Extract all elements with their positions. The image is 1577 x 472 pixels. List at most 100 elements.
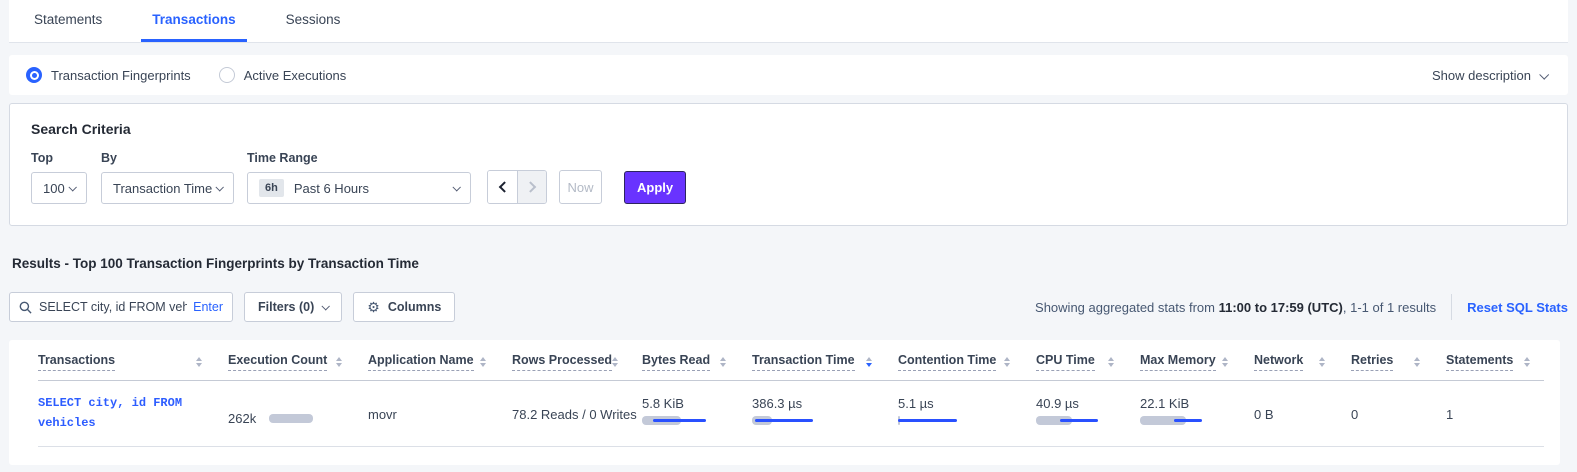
chevron-down-icon <box>68 183 76 191</box>
search-box: Enter <box>9 292 233 322</box>
column-header-application-name[interactable]: Application Name <box>368 353 512 371</box>
by-select[interactable]: Transaction Time <box>101 172 234 204</box>
column-header-label[interactable]: Statements <box>1446 353 1513 371</box>
by-field: By Transaction Time <box>101 151 247 204</box>
time-range-value: Past 6 Hours <box>294 181 369 196</box>
cell-transaction-time: 386.3 µs <box>752 393 898 433</box>
by-label: By <box>101 151 247 165</box>
column-header-label[interactable]: Execution Count <box>228 353 327 371</box>
cpu-time-value: 40.9 µs <box>1036 396 1140 411</box>
column-header-statements[interactable]: Statements <box>1446 353 1556 371</box>
column-header-cpu-time[interactable]: CPU Time <box>1036 353 1140 371</box>
column-header-transactions[interactable]: Transactions <box>38 353 228 371</box>
sort-icon[interactable] <box>866 357 872 368</box>
tab-statements[interactable]: Statements <box>23 0 113 42</box>
sort-icon[interactable] <box>720 357 726 368</box>
top-select-value: 100 <box>43 181 65 196</box>
column-header-retries[interactable]: Retries <box>1351 353 1446 371</box>
bytes-read-value: 5.8 KiB <box>642 396 752 411</box>
transaction-fingerprint-link[interactable]: SELECT city, id FROM vehicles <box>38 393 213 433</box>
column-header-execution-count[interactable]: Execution Count <box>228 353 368 371</box>
column-header-contention-time[interactable]: Contention Time <box>898 353 1036 371</box>
column-header-transaction-time[interactable]: Transaction Time <box>752 353 898 371</box>
show-description-toggle[interactable]: Show description <box>1432 68 1547 83</box>
time-range-field: Time Range 6h Past 6 Hours <box>247 151 487 204</box>
mean-line <box>898 419 957 422</box>
sort-icon[interactable] <box>612 357 618 368</box>
table-row: SELECT city, id FROM vehicles262kmovr78.… <box>38 381 1544 447</box>
radio-label: Active Executions <box>244 68 347 83</box>
cell-contention-time: 5.1 µs <box>898 393 1036 433</box>
column-header-label[interactable]: Contention Time <box>898 353 996 371</box>
sort-icon[interactable] <box>1319 357 1325 368</box>
results-toolbar: Enter Filters (0) ⚙ Columns Showing aggr… <box>9 292 1568 322</box>
column-header-label[interactable]: Max Memory <box>1140 353 1216 371</box>
filters-button[interactable]: Filters (0) <box>244 292 342 322</box>
cell-bytes-read: 5.8 KiB <box>642 393 752 433</box>
cell-cpu-time: 40.9 µs <box>1036 393 1140 433</box>
max-memory-value: 22.1 KiB <box>1140 396 1254 411</box>
cell-network: 0 B <box>1254 393 1351 433</box>
contention-time-barchart <box>898 416 1036 425</box>
mean-line <box>1174 419 1202 422</box>
time-range-select[interactable]: 6h Past 6 Hours <box>247 172 471 204</box>
radio-label: Transaction Fingerprints <box>51 68 191 83</box>
column-header-rows-processed[interactable]: Rows Processed <box>512 353 642 371</box>
tab-transactions[interactable]: Transactions <box>141 0 246 42</box>
top-tab-bar: Statements Transactions Sessions <box>9 0 1568 43</box>
radio-selected-icon[interactable] <box>26 67 42 83</box>
sort-icon[interactable] <box>336 357 342 368</box>
tab-sessions[interactable]: Sessions <box>275 0 352 42</box>
radio-unselected-icon[interactable] <box>219 67 235 83</box>
column-header-label[interactable]: Retries <box>1351 353 1393 371</box>
sort-icon[interactable] <box>1524 357 1530 368</box>
search-input[interactable] <box>39 300 187 314</box>
enter-hint: Enter <box>193 300 223 314</box>
search-icon <box>19 301 32 314</box>
vertical-divider <box>1451 294 1452 320</box>
column-header-label[interactable]: Transaction Time <box>752 353 855 371</box>
sort-icon[interactable] <box>1414 357 1420 368</box>
columns-button[interactable]: ⚙ Columns <box>353 292 455 322</box>
cell-application-name: movr <box>368 393 512 433</box>
column-header-label[interactable]: Network <box>1254 353 1303 371</box>
chevron-left-icon <box>498 181 509 192</box>
apply-button[interactable]: Apply <box>624 171 686 204</box>
execution-count-bar <box>269 414 313 423</box>
mean-line <box>1060 419 1098 422</box>
now-button[interactable]: Now <box>559 170 602 204</box>
column-header-label[interactable]: Application Name <box>368 353 474 371</box>
mean-line <box>755 419 813 422</box>
gear-icon: ⚙ <box>367 300 380 314</box>
transaction-time-value: 386.3 µs <box>752 396 898 411</box>
sort-icon[interactable] <box>1004 357 1010 368</box>
chevron-down-icon <box>322 302 330 310</box>
results-heading: Results - Top 100 Transaction Fingerprin… <box>12 256 1568 271</box>
max-memory-barchart <box>1140 416 1254 425</box>
sort-icon[interactable] <box>196 357 202 368</box>
column-header-label[interactable]: Bytes Read <box>642 353 710 371</box>
column-header-bytes-read[interactable]: Bytes Read <box>642 353 752 371</box>
column-header-label[interactable]: Rows Processed <box>512 353 612 371</box>
sort-icon[interactable] <box>1108 357 1114 368</box>
reset-sql-stats-link[interactable]: Reset SQL Stats <box>1467 300 1568 315</box>
column-header-max-memory[interactable]: Max Memory <box>1140 353 1254 371</box>
column-header-network[interactable]: Network <box>1254 353 1351 371</box>
sort-icon[interactable] <box>1222 357 1228 368</box>
execution-count-value: 262k <box>228 411 256 426</box>
transaction-time-barchart <box>752 416 898 425</box>
sort-icon[interactable] <box>480 357 486 368</box>
toolbar-right: Showing aggregated stats from 11:00 to 1… <box>1035 294 1568 320</box>
column-header-label[interactable]: Transactions <box>38 353 115 371</box>
radio-active-executions[interactable]: Active Executions <box>219 67 347 83</box>
cell-statements: 1 <box>1446 393 1556 433</box>
contention-time-value: 5.1 µs <box>898 396 1036 411</box>
radio-transaction-fingerprints[interactable]: Transaction Fingerprints <box>26 67 191 83</box>
top-select[interactable]: 100 <box>31 172 87 204</box>
time-range-badge: 6h <box>259 179 284 197</box>
column-header-label[interactable]: CPU Time <box>1036 353 1095 371</box>
next-time-range-button[interactable] <box>517 171 546 203</box>
cpu-time-barchart <box>1036 416 1140 425</box>
previous-time-range-button[interactable] <box>488 171 517 203</box>
chevron-down-icon <box>1539 69 1549 79</box>
